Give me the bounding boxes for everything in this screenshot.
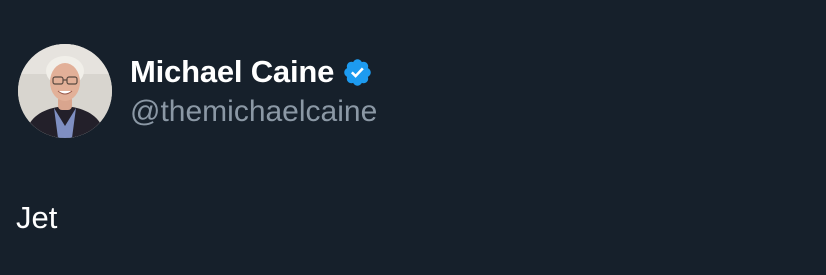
author-name-row: Michael Caine (130, 52, 373, 92)
avatar-portrait-icon (18, 44, 112, 138)
tweet-card: Michael Caine @themichaelcaine Jet (0, 0, 826, 275)
verified-badge-icon[interactable] (342, 57, 373, 88)
tweet-text: Jet (16, 200, 58, 235)
author-handle[interactable]: @themichaelcaine (130, 92, 377, 132)
avatar[interactable] (18, 44, 112, 138)
author-display-name[interactable]: Michael Caine (130, 52, 334, 92)
